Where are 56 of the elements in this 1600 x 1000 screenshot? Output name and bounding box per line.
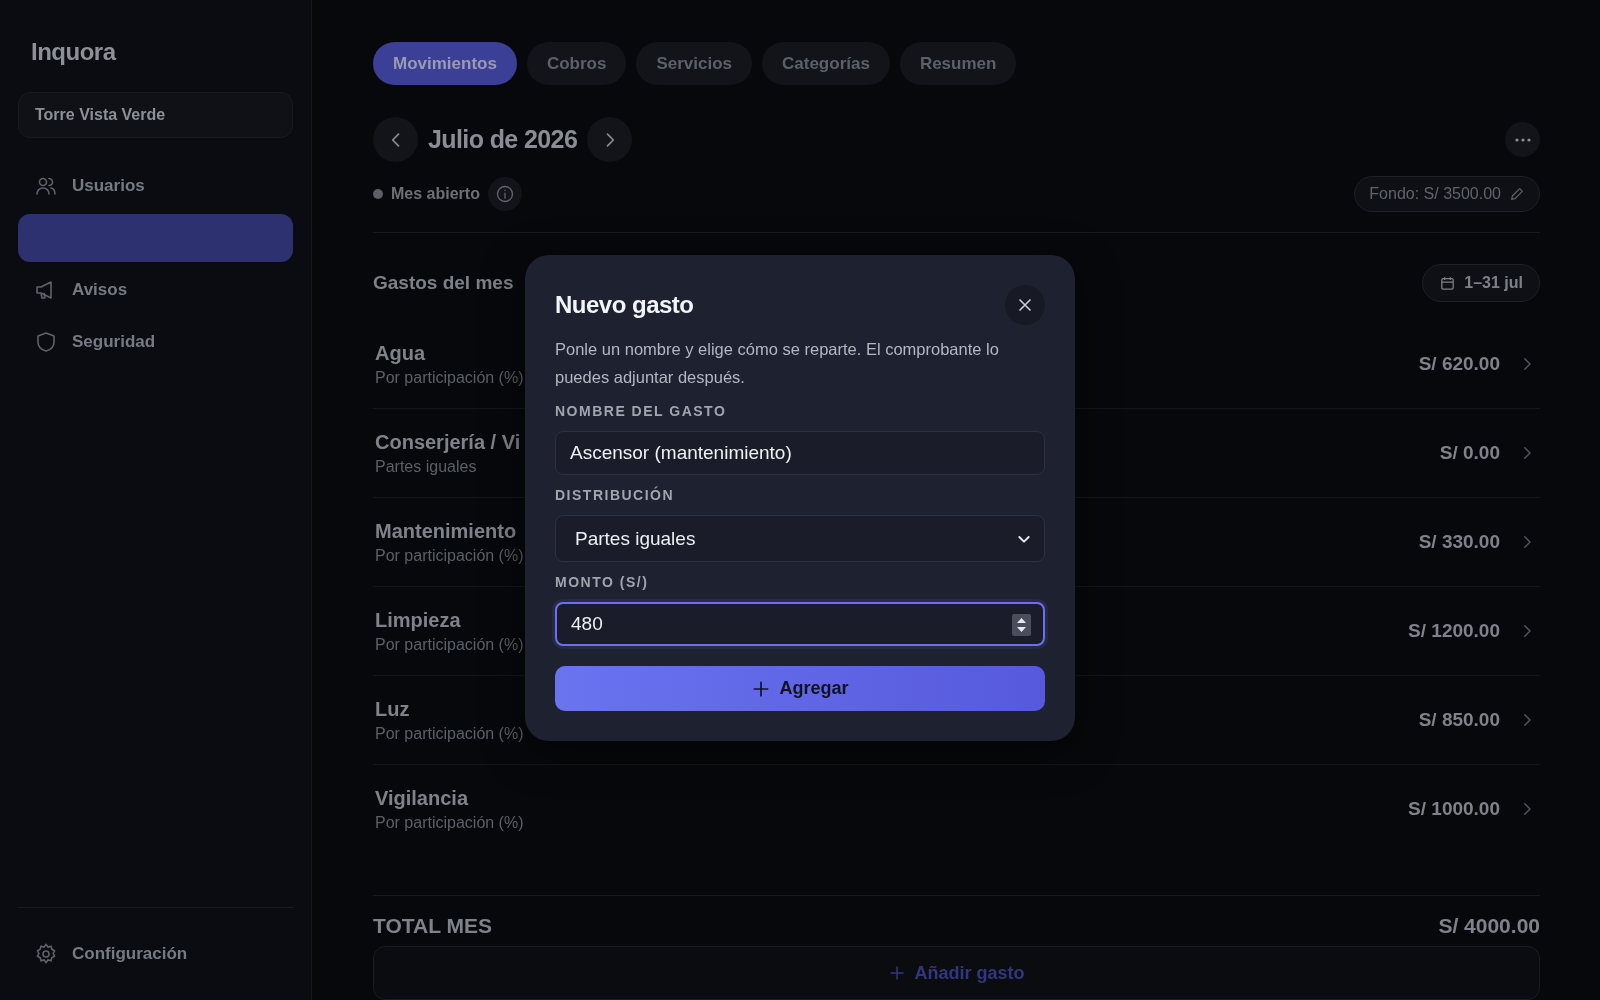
expense-amount: S/ 1000.00: [1408, 798, 1500, 820]
nav-item[interactable]: Seguridad: [18, 318, 293, 366]
building-selector[interactable]: Torre Vista Verde: [18, 92, 293, 138]
expense-split: Partes iguales: [375, 457, 477, 476]
tab[interactable]: Categorías: [762, 42, 890, 85]
expense-name: Agua: [375, 341, 425, 365]
plus-icon: [888, 964, 907, 982]
stepper-icon[interactable]: [1012, 614, 1031, 636]
shield-icon: [34, 330, 58, 354]
fund-button[interactable]: Fondo: S/ 3500.00: [1354, 176, 1540, 212]
expense-amount: S/ 1200.00: [1408, 620, 1500, 642]
tab[interactable]: Cobros: [526, 42, 627, 85]
expense-name: Limpieza: [375, 608, 461, 632]
calendar-icon: [1439, 274, 1457, 292]
tab[interactable]: Movimientos: [373, 42, 517, 85]
amount-field[interactable]: 480: [555, 602, 1045, 646]
field-label: NOMBRE DEL GASTO: [555, 403, 728, 419]
expense-split: Por participación (%): [375, 724, 524, 743]
distribution-select[interactable]: Partes iguales: [555, 515, 1045, 562]
expense-name: Vigilancia: [375, 786, 468, 810]
settings-icon: [34, 942, 58, 966]
more-button[interactable]: [1505, 122, 1540, 157]
brand-name: Inquora: [31, 38, 118, 66]
expense-split: Por participación (%): [375, 813, 524, 832]
settings-item[interactable]: Configuración: [18, 930, 293, 978]
dialog-title: Nuevo gasto: [555, 291, 694, 319]
expense-amount: S/ 850.00: [1418, 709, 1500, 731]
expense-name: Luz: [375, 697, 410, 721]
dialog-description: Ponle un nombre y elige cómo se reparte. El comprobante lo puedes adjuntar después.: [555, 339, 1000, 388]
expense-name: Mantenimiento: [375, 519, 517, 543]
field-label: MONTO (S/): [555, 574, 650, 590]
date-range-button[interactable]: 1–31 jul: [1422, 264, 1540, 302]
month-title: Julio de 2026: [428, 125, 578, 154]
tab[interactable]: Resumen: [899, 42, 1017, 85]
expense-amount: S/ 330.00: [1418, 531, 1500, 553]
more-icon: [1514, 137, 1531, 142]
name-field[interactable]: Ascensor (mantenimiento): [555, 431, 1045, 475]
info-icon[interactable]: [487, 177, 522, 211]
expense-amount: S/ 620.00: [1418, 353, 1500, 375]
expense-split: Por participación (%): [375, 368, 524, 387]
expense-amount: S/ 0.00: [1439, 442, 1500, 464]
pencil-icon: [1509, 186, 1525, 202]
total-label: TOTAL MES: [373, 914, 492, 938]
expense-name: Conserjería / Vi: [375, 430, 521, 454]
tab[interactable]: Servicios: [636, 42, 752, 85]
close-button[interactable]: [1005, 285, 1045, 325]
nav-item[interactable]: Usuarios: [18, 162, 293, 210]
status-dot: [373, 189, 383, 199]
add-button[interactable]: Agregar: [555, 666, 1045, 711]
field-label: DISTRIBUCIÓN: [555, 487, 676, 503]
expense-split: Por participación (%): [375, 635, 524, 654]
total-amount: S/ 4000.00: [1438, 914, 1540, 938]
expense-split: Por participación (%): [375, 546, 524, 565]
nav-item[interactable]: Avisos: [18, 266, 293, 314]
month-status: Mes abierto: [391, 185, 480, 203]
section-title: Gastos del mes: [373, 272, 514, 294]
